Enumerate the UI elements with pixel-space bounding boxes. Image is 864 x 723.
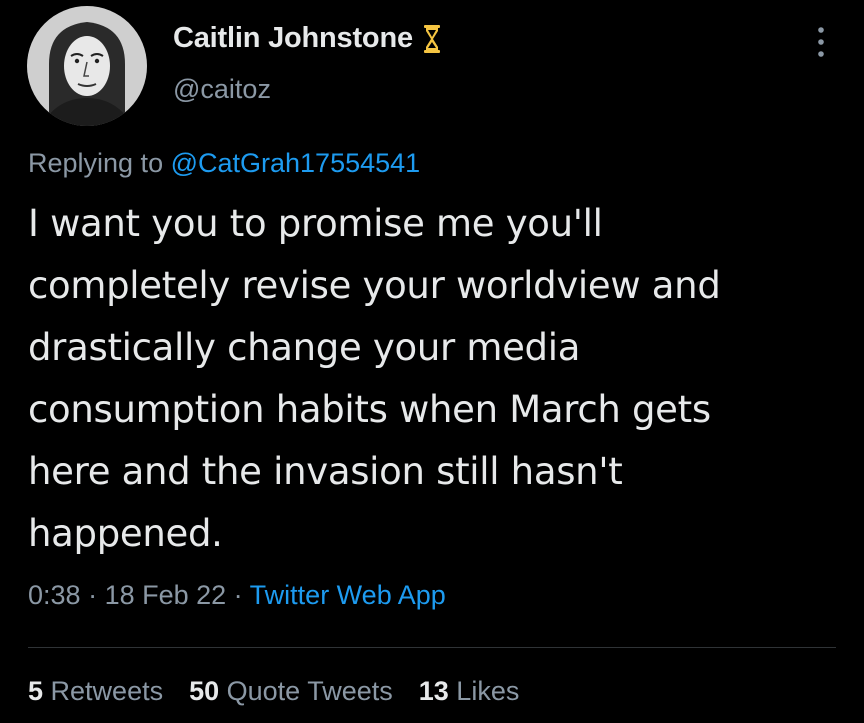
avatar[interactable] <box>27 6 147 126</box>
author-handle[interactable]: @caitoz <box>173 74 271 105</box>
tweet-time[interactable]: 0:38 <box>28 580 81 610</box>
tweet-date[interactable]: 18 Feb 22 <box>105 580 227 610</box>
likes-label: Likes <box>448 676 520 706</box>
likes-count: 13 <box>418 676 449 706</box>
quote-tweets-label: Quote Tweets <box>219 676 393 706</box>
author-display-name[interactable]: Caitlin Johnstone <box>173 22 413 55</box>
quote-tweets-stat[interactable]: 50 Quote Tweets <box>189 676 393 707</box>
tweet-detail: Caitlin Johnstone @caitoz Replying to @C… <box>0 0 864 723</box>
hourglass-icon <box>423 24 441 54</box>
tweet-meta: 0:38 · 18 Feb 22 · Twitter Web App <box>28 580 446 611</box>
replying-to-label: Replying to <box>28 148 171 178</box>
tweet-text: I want you to promise me you'll complete… <box>28 202 721 555</box>
author-name-row: Caitlin Johnstone <box>173 22 441 55</box>
retweets-label: Retweets <box>43 676 164 706</box>
meta-separator: · <box>80 580 105 610</box>
tweet-source-link[interactable]: Twitter Web App <box>250 580 446 610</box>
likes-stat[interactable]: 13 Likes <box>419 676 520 707</box>
retweets-count: 5 <box>28 676 44 706</box>
quote-tweets-count: 50 <box>189 676 220 706</box>
replying-to: Replying to @CatGrah17554541 <box>28 148 420 179</box>
avatar-portrait <box>27 6 147 126</box>
more-options-icon[interactable] <box>812 24 830 60</box>
tweet-stats: 5 Retweets 50 Quote Tweets 13 Likes <box>28 676 519 707</box>
meta-separator: · <box>226 580 250 610</box>
reply-mention-link[interactable]: @CatGrah17554541 <box>171 148 421 178</box>
retweets-stat[interactable]: 5 Retweets <box>28 676 163 707</box>
divider <box>28 647 836 648</box>
